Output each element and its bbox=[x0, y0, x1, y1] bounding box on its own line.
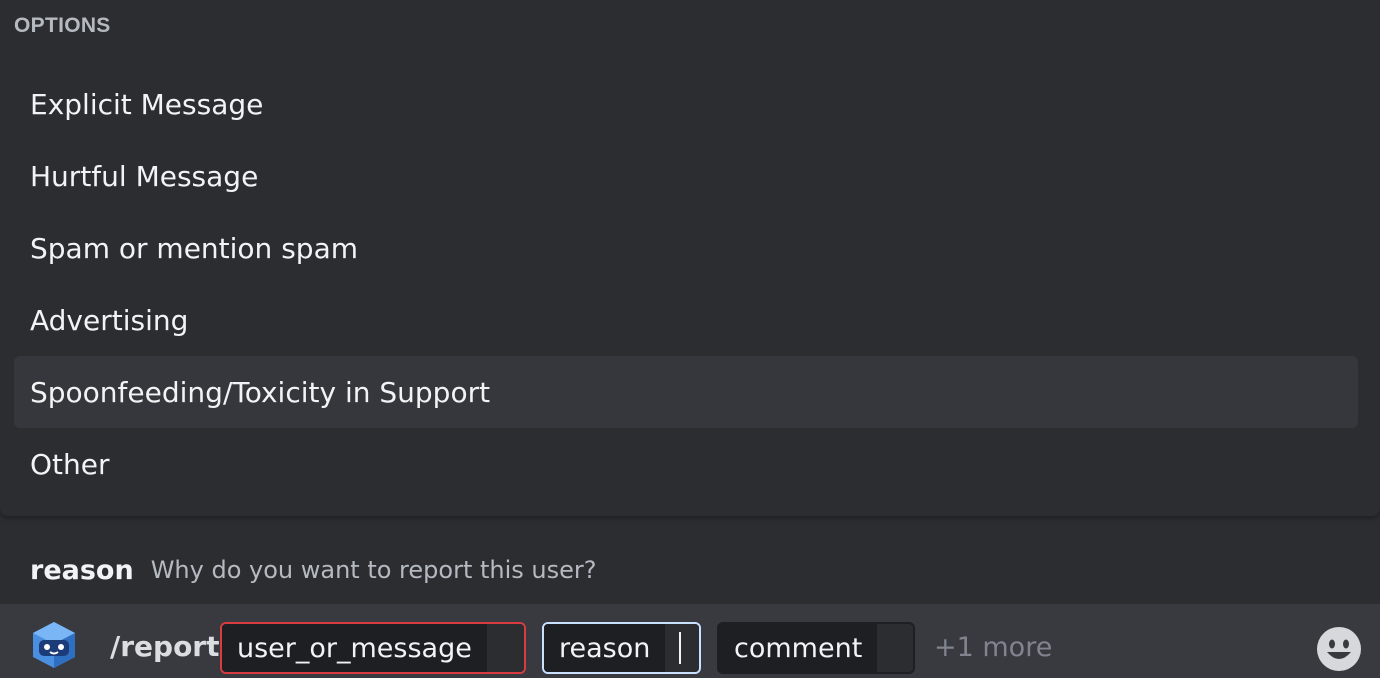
slash-command: /report bbox=[110, 630, 220, 663]
param-comment-label: comment bbox=[719, 624, 878, 672]
param-user-or-message-value[interactable] bbox=[486, 624, 524, 672]
param-user-or-message-label: user_or_message bbox=[222, 624, 487, 672]
hint-param-name: reason bbox=[30, 554, 134, 586]
chat-stage: OPTIONS Explicit Message Hurtful Message… bbox=[0, 0, 1380, 678]
options-header: OPTIONS bbox=[14, 14, 111, 37]
option-spam[interactable]: Spam or mention spam bbox=[14, 212, 1358, 284]
bot-cube-icon bbox=[33, 622, 75, 668]
param-comment[interactable]: comment bbox=[717, 622, 915, 674]
message-composer: /report user_or_message reason comment +… bbox=[0, 604, 1380, 678]
hint-param-description: Why do you want to report this user? bbox=[150, 556, 597, 584]
param-reason-label: reason bbox=[544, 624, 666, 672]
option-spoonfeeding-toxicity[interactable]: Spoonfeeding/Toxicity in Support bbox=[14, 356, 1358, 428]
option-list: Explicit Message Hurtful Message Spam or… bbox=[14, 68, 1358, 500]
option-other[interactable]: Other bbox=[14, 428, 1358, 500]
param-user-or-message[interactable]: user_or_message bbox=[220, 622, 526, 674]
param-comment-value[interactable] bbox=[877, 624, 913, 672]
options-popup: OPTIONS Explicit Message Hurtful Message… bbox=[0, 0, 1380, 516]
param-reason[interactable]: reason bbox=[542, 622, 701, 674]
text-caret bbox=[679, 632, 682, 664]
option-advertising[interactable]: Advertising bbox=[14, 284, 1358, 356]
param-reason-value[interactable] bbox=[665, 624, 699, 672]
more-params-label[interactable]: +1 more bbox=[934, 632, 1052, 663]
option-hurtful-message[interactable]: Hurtful Message bbox=[14, 140, 1358, 212]
parameter-hint: reason Why do you want to report this us… bbox=[0, 516, 1380, 604]
smiley-emoji-icon[interactable] bbox=[1316, 626, 1362, 672]
option-explicit-message[interactable]: Explicit Message bbox=[14, 68, 1358, 140]
